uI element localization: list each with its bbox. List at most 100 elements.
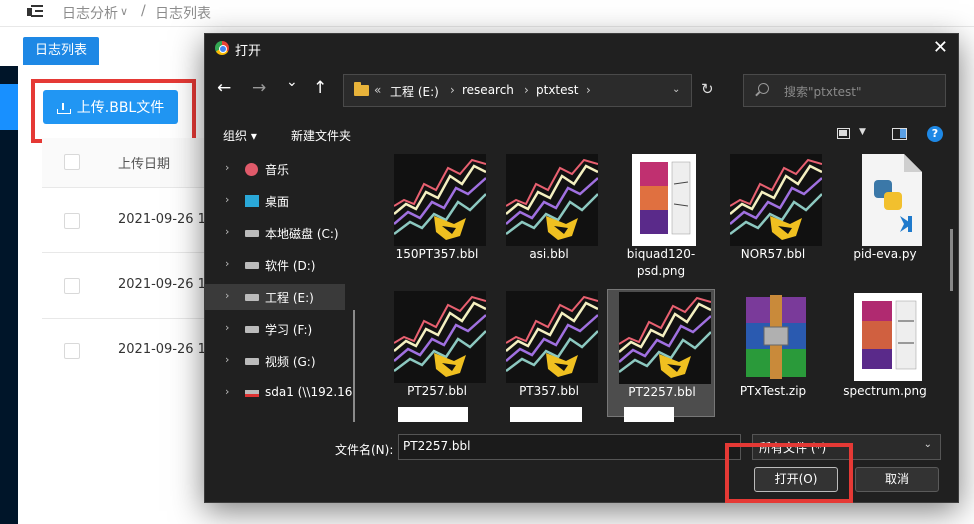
filename-label: 文件名(N): xyxy=(335,443,394,457)
file-item[interactable]: biquad120-psd.png xyxy=(607,152,715,280)
row-date: 2021-09-26 16 xyxy=(118,212,215,227)
nav-label: 本地磁盘 (C:) xyxy=(265,227,339,241)
chevron-down-icon[interactable]: ▼ xyxy=(859,127,866,137)
file-thumbnail-partial[interactable] xyxy=(624,407,674,422)
image-thumbnail-icon xyxy=(632,154,696,246)
file-item[interactable]: PTxTest.zip xyxy=(719,289,827,417)
drive-icon xyxy=(245,326,259,333)
betaflight-blackbox-icon xyxy=(619,292,711,384)
nav-item-music[interactable]: › 音乐 xyxy=(205,156,345,182)
organize-menu[interactable]: 组织 ▾ xyxy=(223,127,257,144)
file-item[interactable]: PT257.bbl xyxy=(383,289,491,417)
breadcrumb-log-list: 日志列表 xyxy=(155,6,211,22)
betaflight-blackbox-icon xyxy=(730,154,822,246)
breadcrumb-separator: / xyxy=(141,3,146,19)
refresh-icon[interactable]: ↻ xyxy=(701,80,714,98)
file-thumbnail-partial[interactable] xyxy=(398,407,468,422)
chevron-right-icon[interactable]: › xyxy=(225,193,229,206)
row-checkbox[interactable] xyxy=(64,278,80,294)
navigation-bar: ← → ⌄ ↑ « 工程 (E:) › research › ptxtest ›… xyxy=(205,70,958,110)
search-input[interactable]: 搜索"ptxtest" xyxy=(743,74,946,107)
file-item[interactable]: asi.bbl xyxy=(495,152,603,280)
overflow-icon[interactable]: « xyxy=(374,83,381,97)
app-sidebar xyxy=(0,66,18,524)
winrar-archive-icon xyxy=(746,295,806,379)
nav-item-drive-g[interactable]: › 视频 (G:) xyxy=(205,348,345,374)
image-thumbnail-icon xyxy=(854,293,922,381)
nav-label: 学习 (F:) xyxy=(265,323,313,337)
drive-icon xyxy=(245,262,259,269)
table-header: 上传日期 xyxy=(42,138,212,188)
address-segment-ptxtest[interactable]: ptxtest xyxy=(536,83,578,97)
row-checkbox[interactable] xyxy=(64,213,80,229)
chevron-right-icon[interactable]: › xyxy=(225,289,229,302)
preview-pane-icon[interactable] xyxy=(892,128,907,140)
address-segment-drive[interactable]: 工程 (E:) xyxy=(390,83,439,100)
command-bar: 组织 ▾ 新建文件夹 ▼ ? xyxy=(205,122,958,148)
nav-item-drive-c[interactable]: › 本地磁盘 (C:) xyxy=(205,220,345,246)
file-open-dialog: 打开 ✕ ← → ⌄ ↑ « 工程 (E:) › research › ptxt… xyxy=(204,33,959,503)
betaflight-blackbox-icon xyxy=(506,291,598,383)
help-icon[interactable]: ? xyxy=(927,126,943,142)
tab-log-list[interactable]: 日志列表 xyxy=(23,37,99,65)
chevron-right-icon[interactable]: › xyxy=(450,83,455,97)
drive-icon xyxy=(245,358,259,365)
filename-input[interactable]: PT2257.bbl xyxy=(398,434,741,460)
file-item[interactable]: NOR57.bbl xyxy=(719,152,827,280)
highlight-box-upload xyxy=(31,79,196,143)
file-item-selected[interactable]: PT2257.bbl xyxy=(607,289,715,417)
file-item[interactable]: pid-eva.py xyxy=(831,152,939,280)
chevron-right-icon[interactable]: › xyxy=(225,321,229,334)
nav-item-network-drive[interactable]: › sda1 (\\192.16 xyxy=(205,380,352,406)
nav-label: 视频 (G:) xyxy=(265,355,316,369)
menu-fold-icon[interactable] xyxy=(27,5,43,19)
file-item[interactable]: spectrum.png xyxy=(831,289,939,417)
new-folder-button[interactable]: 新建文件夹 xyxy=(291,127,351,144)
chevron-right-icon[interactable]: › xyxy=(225,353,229,366)
breadcrumb-log-analysis[interactable]: 日志分析 xyxy=(62,3,118,23)
up-arrow-icon[interactable]: ↑ xyxy=(313,78,327,98)
nav-item-desktop[interactable]: › 桌面 xyxy=(205,188,345,214)
betaflight-blackbox-icon xyxy=(506,154,598,246)
back-arrow-icon[interactable]: ← xyxy=(217,78,231,98)
file-name: PT257.bbl xyxy=(407,384,467,398)
file-thumbnail-partial[interactable] xyxy=(510,407,582,422)
nav-item-drive-e[interactable]: › 工程 (E:) xyxy=(205,284,345,310)
row-date: 2021-09-26 12 xyxy=(118,342,215,357)
chevron-right-icon[interactable]: › xyxy=(524,83,529,97)
file-name: PTxTest.zip xyxy=(739,384,807,398)
select-all-checkbox[interactable] xyxy=(64,154,80,170)
dialog-titlebar[interactable]: 打开 ✕ xyxy=(205,34,958,62)
file-item[interactable]: PT357.bbl xyxy=(495,289,603,417)
sidebar-active-item[interactable] xyxy=(0,84,18,130)
navigation-pane: › 音乐 › 桌面 › 本地磁盘 (C:) › 软件 (D:) › 工程 (E:… xyxy=(205,152,356,428)
highlight-box-open xyxy=(725,443,853,503)
chevron-right-icon[interactable]: › xyxy=(225,161,229,174)
betaflight-blackbox-icon xyxy=(394,154,486,246)
sidebar-scrollbar[interactable] xyxy=(353,310,355,428)
forward-arrow-icon[interactable]: → xyxy=(252,78,266,98)
row-checkbox[interactable] xyxy=(64,343,80,359)
nav-item-drive-f[interactable]: › 学习 (F:) xyxy=(205,316,345,342)
address-bar[interactable]: « 工程 (E:) › research › ptxtest › ⌄ xyxy=(343,74,692,107)
nav-item-drive-d[interactable]: › 软件 (D:) xyxy=(205,252,345,278)
file-item[interactable]: 150PT357.bbl xyxy=(383,152,491,280)
file-name: spectrum.png xyxy=(843,384,927,398)
chevron-right-icon[interactable]: › xyxy=(225,257,229,270)
chevron-right-icon[interactable]: › xyxy=(586,83,591,97)
file-name: pid-eva.py xyxy=(853,247,917,261)
file-list-scrollbar[interactable] xyxy=(950,229,953,291)
nav-label: sda1 (\\192.16 xyxy=(265,385,353,399)
view-mode-icon[interactable] xyxy=(837,128,850,139)
row-divider xyxy=(42,252,212,253)
recent-locations-icon[interactable]: ⌄ xyxy=(286,74,298,90)
chevron-right-icon[interactable]: › xyxy=(225,385,229,398)
chevron-right-icon[interactable]: › xyxy=(225,225,229,238)
python-file-icon xyxy=(862,154,922,246)
cancel-button[interactable]: 取消 xyxy=(855,467,939,492)
address-segment-research[interactable]: research xyxy=(462,83,514,97)
close-icon[interactable]: ✕ xyxy=(933,37,948,58)
file-name: asi.bbl xyxy=(529,247,569,261)
drive-c-icon xyxy=(245,230,259,237)
chevron-down-icon[interactable]: ⌄ xyxy=(672,84,680,95)
